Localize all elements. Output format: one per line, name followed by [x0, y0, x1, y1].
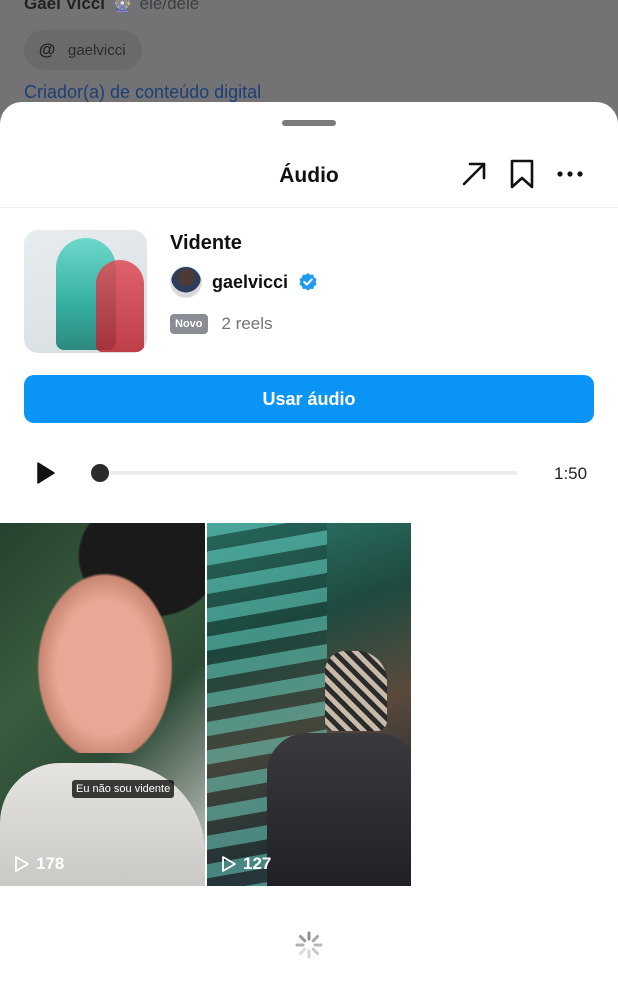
play-outline-icon [15, 856, 29, 872]
audio-duration: 1:50 [554, 464, 588, 483]
new-badge: Novo [170, 314, 208, 334]
use-audio-button[interactable]: Usar áudio [24, 375, 594, 423]
reel-1-face [30, 563, 180, 753]
artist-avatar[interactable] [170, 266, 202, 298]
reels-count: 2 reels [221, 314, 273, 333]
loading-spinner-icon [295, 931, 323, 959]
cover-figure-2 [96, 260, 144, 352]
share-arrow-icon[interactable] [458, 158, 490, 190]
profile-name: Gael Vicci [24, 0, 105, 13]
reel-thumbnail[interactable]: 127 [207, 523, 411, 886]
play-icon[interactable] [34, 461, 56, 485]
verified-badge-icon [299, 273, 317, 291]
play-outline-icon [222, 856, 236, 872]
reel-2-hat [325, 651, 387, 731]
more-options-icon[interactable] [554, 158, 586, 190]
threads-handle: gaelvicci [68, 41, 126, 59]
sheet-header: Áudio [0, 142, 618, 208]
profile-emoji: 🎡 [112, 0, 132, 13]
reel-view-count: 178 [14, 854, 64, 874]
reel-thumbnail[interactable]: Eu não sou vidente 178 [0, 523, 205, 886]
artist-name[interactable]: gaelvicci [212, 272, 288, 293]
audio-title[interactable]: Vidente [170, 232, 242, 255]
reel-2-body [267, 733, 411, 886]
reel-view-count: 127 [221, 854, 271, 874]
threads-icon: @ [38, 40, 56, 59]
audio-progress-track[interactable] [100, 471, 517, 475]
sheet-grabber-handle[interactable] [282, 120, 336, 126]
bookmark-icon[interactable] [506, 158, 538, 190]
audio-bottom-sheet: Áudio Vidente gaelvicci Novo 2 reels Usa… [0, 102, 618, 1000]
reel-views: 178 [36, 854, 65, 873]
reel-caption: Eu não sou vidente [72, 780, 175, 798]
audio-cover-art [24, 230, 147, 353]
reel-views: 127 [243, 854, 272, 873]
profile-pronouns: ele/dele [139, 0, 200, 13]
artist-row[interactable]: gaelvicci [170, 266, 318, 298]
audio-meta-row: Novo 2 reels [170, 314, 273, 334]
profile-name-row: Gael Vicci 🎡 ele/dele [24, 0, 199, 14]
threads-link-chip: @ gaelvicci [24, 30, 142, 70]
audio-progress-knob[interactable] [91, 464, 109, 482]
profile-category: Criador(a) de conteúdo digital [24, 82, 262, 102]
